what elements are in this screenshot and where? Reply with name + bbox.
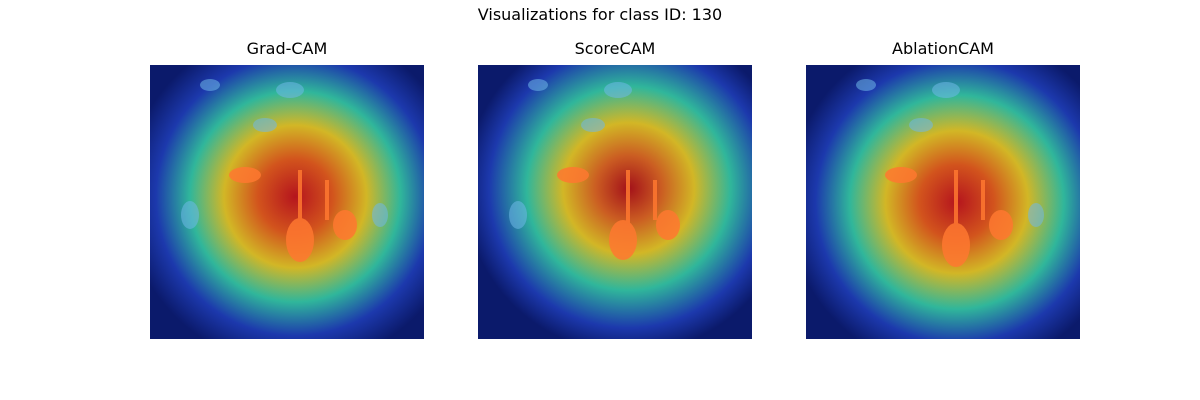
panel-ablationcam: AblationCAM: [806, 38, 1080, 339]
panel-title-ablationcam: AblationCAM: [892, 39, 994, 58]
panel-grad-cam: Grad-CAM: [150, 38, 424, 339]
grad-cam-heatmap-image: [150, 65, 424, 339]
panel-scorecam: ScoreCAM: [478, 38, 752, 339]
ablationcam-heatmap-image: [806, 65, 1080, 339]
panel-title-scorecam: ScoreCAM: [574, 39, 656, 58]
scorecam-heatmap-image: [478, 65, 752, 339]
figure-title: Visualizations for class ID: 130: [477, 5, 723, 24]
panel-title-grad-cam: Grad-CAM: [246, 39, 328, 58]
figure: Visualizations for class ID: 130 Grad-CA…: [0, 0, 1200, 400]
